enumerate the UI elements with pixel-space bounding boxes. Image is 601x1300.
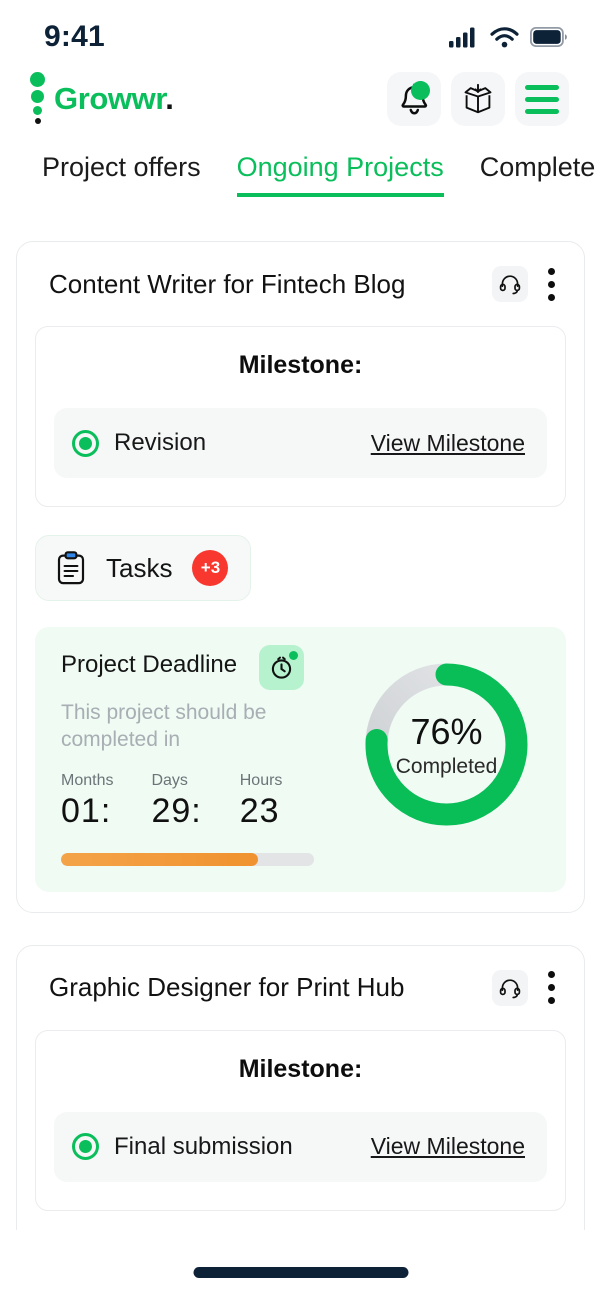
countdown-days-label: Days xyxy=(151,772,201,790)
brand-period: . xyxy=(165,81,173,116)
countdown-days-value: 29: xyxy=(151,792,201,831)
card-tools xyxy=(492,968,564,1008)
donut-center-label: 76% Completed xyxy=(359,657,534,832)
time-progress-fill xyxy=(61,853,258,866)
tab-ongoing-projects[interactable]: Ongoing Projects xyxy=(237,152,444,197)
countdown-months-value: 01: xyxy=(61,792,113,831)
tab-project-offers[interactable]: Project offers xyxy=(42,152,201,193)
completion-donut-chart: 76% Completed xyxy=(359,657,534,832)
headset-icon xyxy=(499,273,521,295)
milestone-heading: Milestone: xyxy=(54,351,547,380)
milestone-status-label: Final submission xyxy=(114,1133,293,1161)
milestone-row[interactable]: Final submission View Milestone xyxy=(54,1112,547,1182)
deadline-title: Project Deadline xyxy=(61,651,237,679)
countdown-months-label: Months xyxy=(61,772,113,790)
card-menu-button[interactable] xyxy=(538,264,564,304)
deadline-header: Project Deadline xyxy=(61,651,359,690)
tasks-label: Tasks xyxy=(106,553,172,584)
logo-dots-icon xyxy=(30,72,45,126)
milestone-radio-icon[interactable] xyxy=(72,1133,99,1160)
status-bar: 9:41 xyxy=(0,0,601,60)
countdown-hours-value: 23 xyxy=(240,792,283,831)
bottom-bar xyxy=(0,1230,601,1300)
card-header: Content Writer for Fintech Blog xyxy=(35,264,566,304)
hamburger-icon xyxy=(525,85,559,114)
brand-name: Growwr. xyxy=(54,81,174,117)
menu-button[interactable] xyxy=(515,72,569,126)
completion-caption: Completed xyxy=(396,755,498,779)
notification-badge-dot xyxy=(411,81,430,100)
deadline-subtitle: This project should be completed in xyxy=(61,700,296,754)
milestone-section: Milestone: Final submission View Milesto… xyxy=(35,1030,566,1211)
home-indicator xyxy=(193,1267,408,1278)
tasks-row: Tasks +3 xyxy=(35,535,566,601)
status-time: 9:41 xyxy=(44,20,105,54)
tab-bar: Project offers Ongoing Projects Complete xyxy=(0,138,601,197)
milestone-row[interactable]: Revision View Milestone xyxy=(54,408,547,478)
completion-percent: 76% xyxy=(410,711,482,753)
card-menu-button[interactable] xyxy=(538,968,564,1008)
countdown: Months 01: Days 29: Hours 23 xyxy=(61,772,359,831)
milestone-status-label: Revision xyxy=(114,429,206,457)
countdown-hours-label: Hours xyxy=(240,772,283,790)
view-milestone-link[interactable]: View Milestone xyxy=(371,430,525,457)
milestone-radio-icon[interactable] xyxy=(72,430,99,457)
milestone-status-group: Final submission xyxy=(72,1133,293,1161)
clock-chip xyxy=(259,645,304,690)
wifi-icon xyxy=(490,27,519,48)
card-tools xyxy=(492,264,564,304)
deadline-info: Project Deadline This project should be … xyxy=(61,651,359,866)
phone-screen: 9:41 xyxy=(0,0,601,1300)
milestone-status-group: Revision xyxy=(72,429,206,457)
brand-logo: Growwr. xyxy=(30,72,174,126)
tasks-badge: +3 xyxy=(192,550,228,586)
card-header: Graphic Designer for Print Hub xyxy=(35,968,566,1008)
support-button[interactable] xyxy=(492,970,528,1006)
view-milestone-link[interactable]: View Milestone xyxy=(371,1133,525,1160)
open-box-icon xyxy=(461,83,495,116)
clipboard-icon xyxy=(56,551,86,585)
time-progress-bar xyxy=(61,853,314,866)
countdown-days: Days 29: xyxy=(151,772,201,831)
countdown-months: Months 01: xyxy=(61,772,113,831)
project-title: Content Writer for Fintech Blog xyxy=(49,269,405,300)
milestone-section: Milestone: Revision View Milestone xyxy=(35,326,566,507)
project-card[interactable]: Content Writer for Fintech Blog xyxy=(16,241,585,913)
projects-list: Content Writer for Fintech Blog xyxy=(0,197,601,1300)
tasks-button[interactable]: Tasks +3 xyxy=(35,535,251,601)
packages-button[interactable] xyxy=(451,72,505,126)
support-button[interactable] xyxy=(492,266,528,302)
brand-word: Growwr xyxy=(54,81,165,116)
clock-status-dot xyxy=(289,651,298,660)
notifications-button[interactable] xyxy=(387,72,441,126)
signal-icon xyxy=(449,27,479,48)
app-header: Growwr. xyxy=(0,60,601,138)
status-icons xyxy=(449,27,567,48)
countdown-hours: Hours 23 xyxy=(240,772,283,831)
battery-icon xyxy=(530,27,567,47)
header-actions xyxy=(387,72,569,126)
project-title: Graphic Designer for Print Hub xyxy=(49,972,404,1003)
milestone-heading: Milestone: xyxy=(54,1055,547,1084)
headset-icon xyxy=(499,977,521,999)
tab-completed[interactable]: Complete xyxy=(480,152,596,193)
deadline-panel: Project Deadline This project should be … xyxy=(35,627,566,892)
